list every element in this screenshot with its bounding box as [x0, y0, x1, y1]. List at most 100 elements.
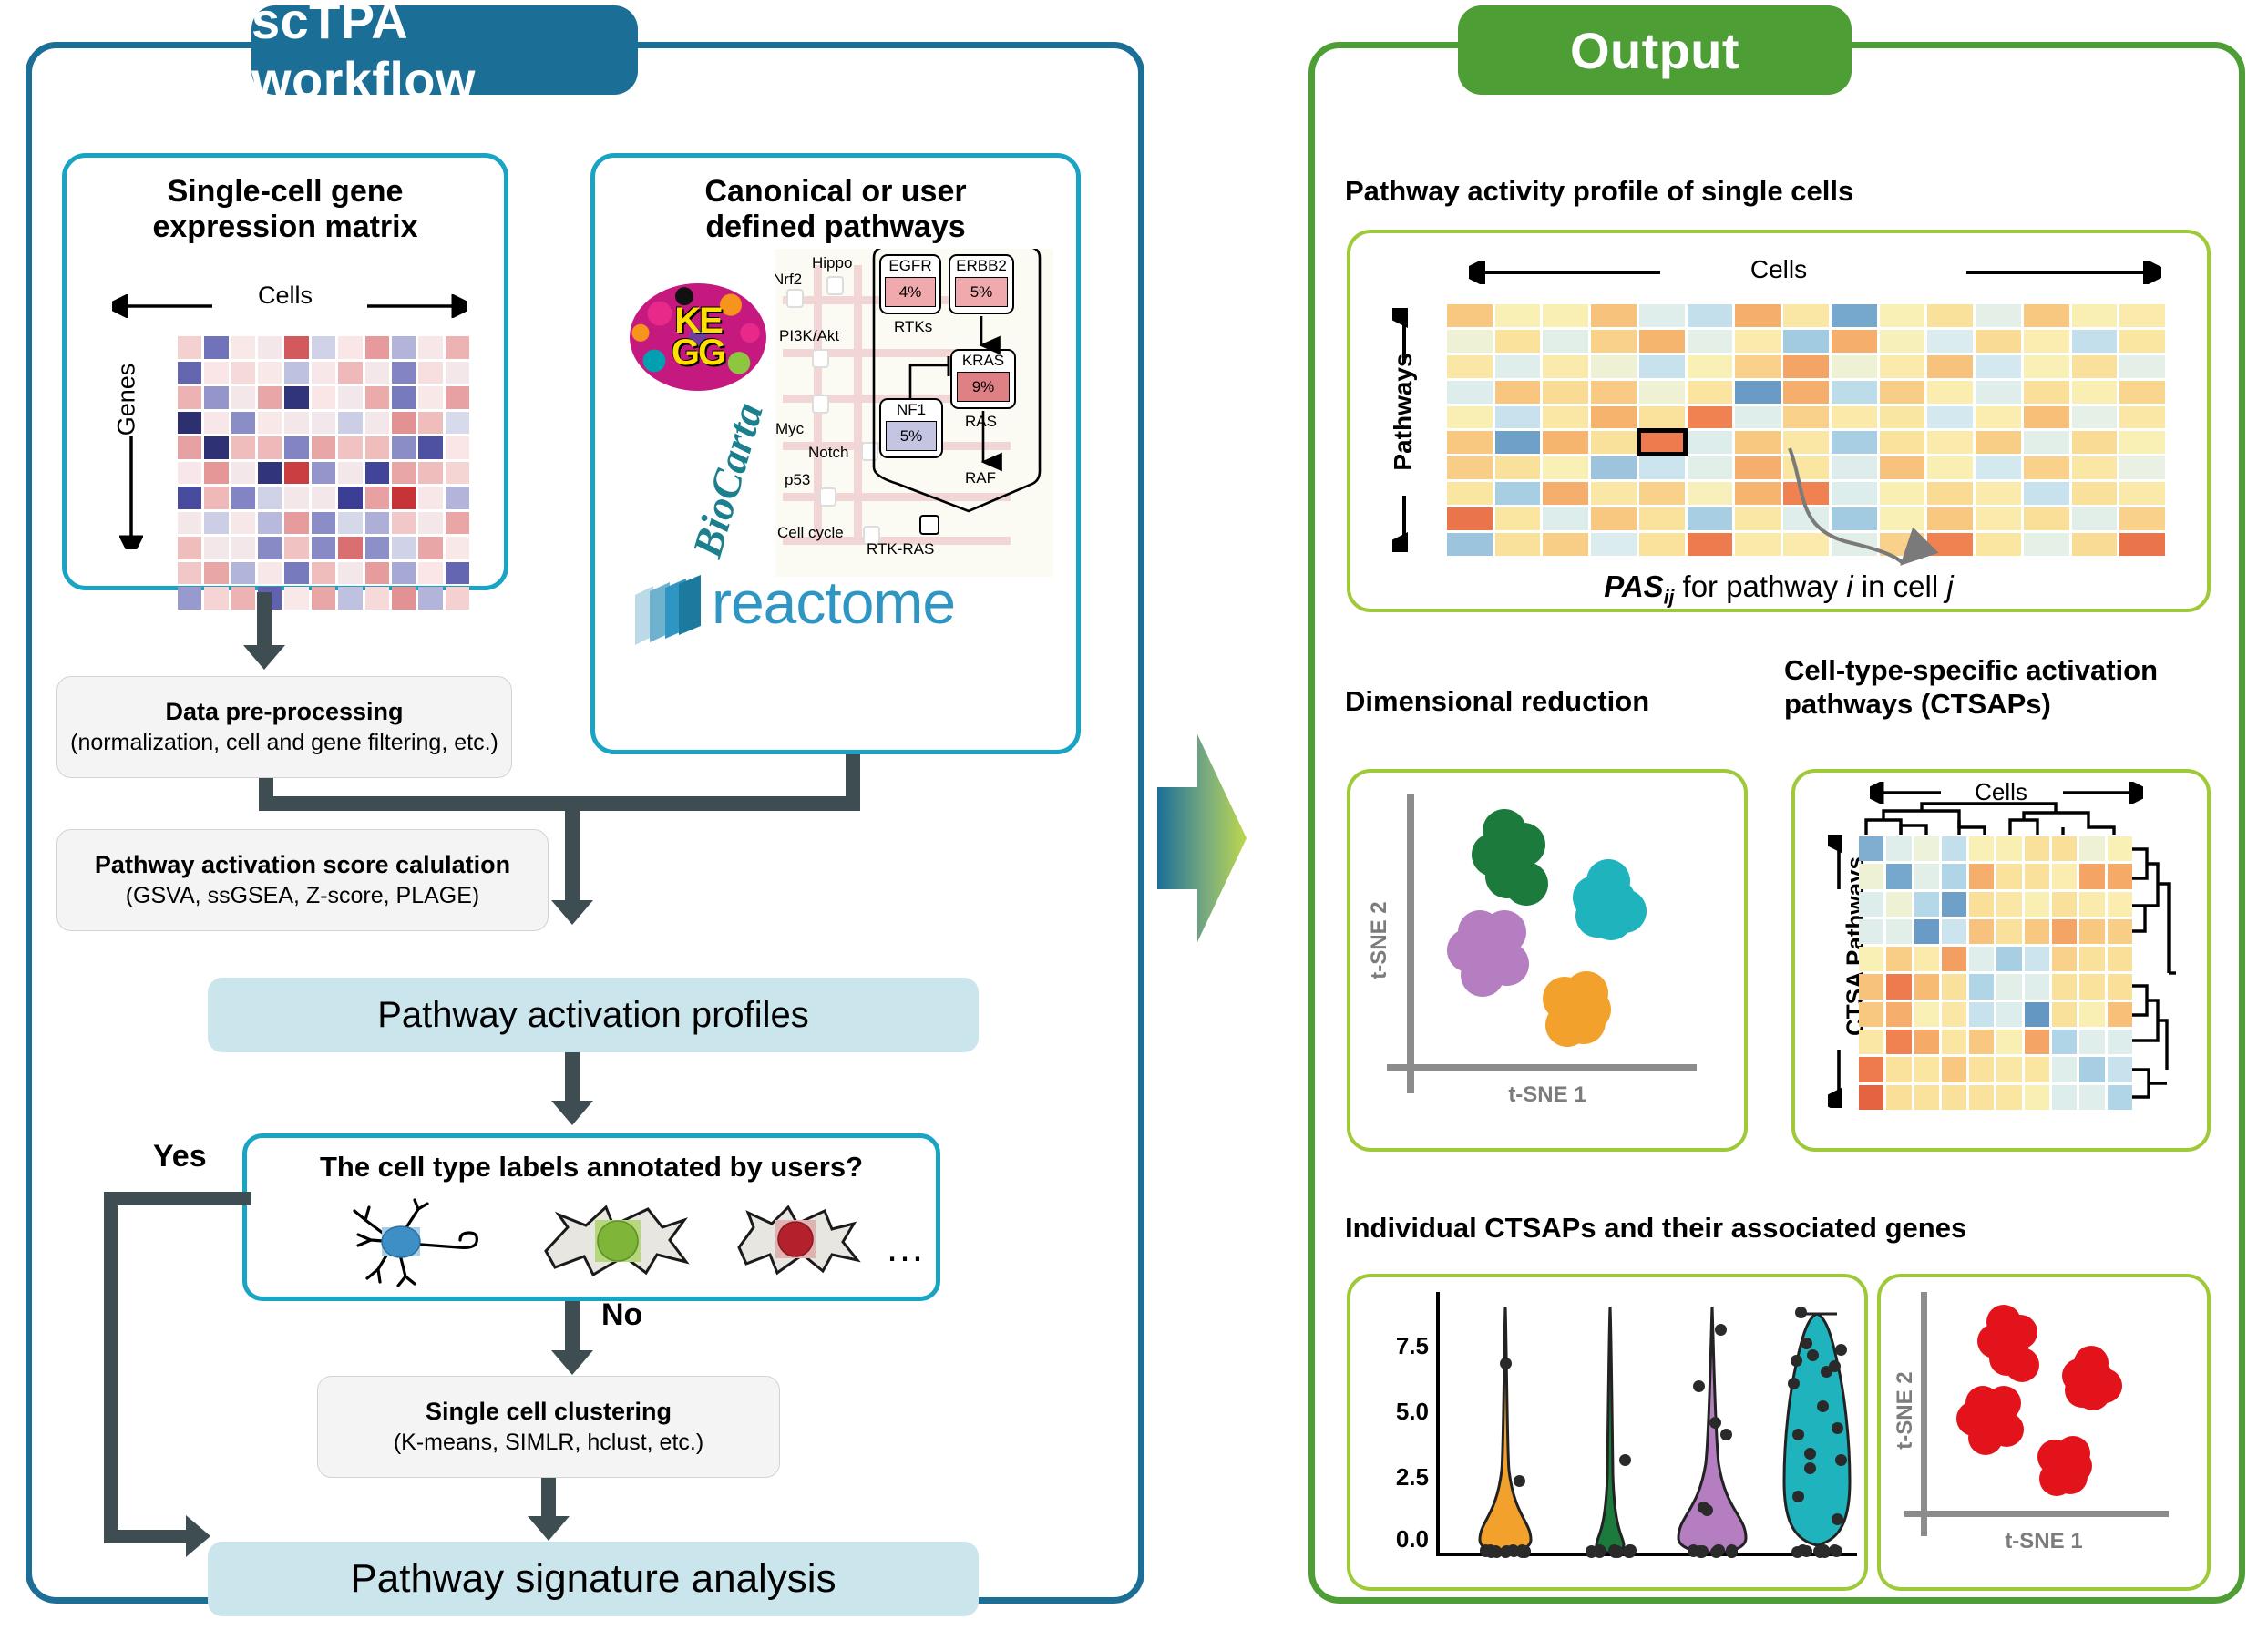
- workflow-title: scTPA workflow: [251, 0, 638, 108]
- ctsap-right-dendrogram: [2132, 847, 2176, 1099]
- heatmap-cell: [364, 511, 389, 535]
- expression-matrix-card: Single-cell gene expression matrix Cells …: [62, 153, 508, 610]
- arrow-matrix-to-preprocessing-head: [243, 645, 285, 670]
- heatmap-cell-highlighted: [1636, 428, 1688, 457]
- heatmap-cell: [418, 361, 443, 384]
- heatmap-cell: [364, 561, 389, 585]
- heatmap-cell: [418, 336, 443, 359]
- heatmap-cell: [1976, 329, 2021, 353]
- step-pas-calculation-title: Pathway activation score calulation: [94, 850, 511, 878]
- heatmap-cell: [2107, 864, 2132, 889]
- heatmap-cell: [311, 336, 336, 359]
- heatmap-cell: [1941, 1001, 1967, 1028]
- heatmap-cell: [364, 361, 389, 384]
- heatmap-cell: [231, 461, 256, 485]
- heatmap-cell: [418, 537, 443, 559]
- heatmap-cell: [178, 361, 202, 384]
- violin-point: [1830, 1544, 1842, 1557]
- heatmap-cell: [2119, 456, 2165, 480]
- tsne-scatter: [1414, 796, 1688, 1062]
- scatter-point: [1461, 952, 1504, 997]
- result-pathway-signature-analysis: Pathway signature analysis: [208, 1542, 979, 1616]
- heatmap-cell: [2071, 456, 2118, 480]
- heatmap-cell: [1591, 482, 1637, 506]
- heatmap-cell: [445, 336, 469, 359]
- heatmap-cell: [391, 461, 416, 485]
- heatmap-cell: [1543, 431, 1589, 455]
- yes-branch-arrow-head: [186, 1515, 210, 1557]
- heatmap-cell: [1494, 354, 1541, 378]
- heatmap-cell: [1783, 405, 1829, 429]
- violin-card: 7.5 5.0 2.5 0.0: [1347, 1274, 1868, 1591]
- heatmap-cell: [338, 511, 363, 535]
- arrow-decision-to-clustering-head: [551, 1350, 593, 1375]
- heatmap-cell: [1969, 891, 1995, 917]
- heatmap-cell: [1447, 354, 1493, 378]
- heatmap-cell: [1969, 1084, 1995, 1110]
- violin-point: [1803, 1461, 1816, 1474]
- heatmap-cell: [258, 461, 282, 485]
- heatmap-cell: [2071, 354, 2118, 378]
- heatmap-cell: [1591, 304, 1637, 327]
- line-pathwaydb-down: [846, 754, 860, 805]
- heatmap-cell: [1996, 1084, 2022, 1110]
- step-data-preprocessing: Data pre-processing (normalization, cell…: [56, 676, 512, 778]
- violin-point: [1834, 1343, 1847, 1356]
- heatmap-cell: [1914, 1057, 1939, 1082]
- violin-point: [1834, 1453, 1847, 1466]
- yes-branch-to-signature: [104, 1530, 193, 1543]
- heatmap-cell: [1543, 329, 1589, 353]
- heatmap-cell: [338, 561, 363, 585]
- step-data-preprocessing-sub: (normalization, cell and gene filtering,…: [70, 730, 498, 756]
- heatmap-cell: [2071, 405, 2118, 429]
- heatmap-cell: [1941, 974, 1967, 1000]
- heatmap-cell: [2024, 1084, 2050, 1110]
- heatmap-cell: [2024, 974, 2050, 1000]
- heatmap-cell: [204, 511, 229, 535]
- heatmap-cell: [418, 511, 443, 535]
- figure-root: scTPA workflow Output Single-cell gene ex…: [0, 0, 2268, 1630]
- tsne-x-label: t-SNE 1: [1508, 1082, 1586, 1107]
- heatmap-cell: [2052, 836, 2078, 862]
- pathway-database-card: Canonical or user defined pathways KE GG B…: [590, 153, 1081, 754]
- heatmap-cell: [1976, 354, 2021, 378]
- step-pas-calculation-sub: (GSVA, ssGSEA, Z-score, PLAGE): [125, 883, 480, 909]
- violin-point: [1795, 1307, 1808, 1319]
- heatmap-cell: [2071, 533, 2118, 556]
- heatmap-cell: [204, 461, 229, 485]
- violin-point: [1788, 1377, 1801, 1389]
- heatmap-cell: [364, 411, 389, 435]
- scatter-point: [2005, 1347, 2040, 1382]
- heatmap-cell: [418, 487, 443, 509]
- pas-heatmap-card: Cells Pathways: [1347, 230, 2211, 612]
- pathway-label-p53: p53: [785, 471, 811, 488]
- pathway-label-nrf2: Nrf2: [775, 271, 803, 288]
- heatmap-cell: [1638, 380, 1685, 404]
- heatmap-cell: [2079, 1001, 2105, 1028]
- heatmap-cell: [2023, 533, 2069, 556]
- violin-point: [1696, 1544, 1709, 1557]
- heatmap-cell: [311, 537, 336, 559]
- reactome-logo-icon: [635, 575, 701, 645]
- heatmap-cell: [1941, 1084, 1967, 1110]
- heatmap-cell: [2023, 456, 2069, 480]
- heatmap-cell: [2119, 380, 2165, 404]
- tsne-gene-scatter: [1928, 1294, 2158, 1509]
- heatmap-cell: [1543, 304, 1589, 327]
- heatmap-cell: [1941, 1057, 1967, 1082]
- heatmap-cell: [418, 561, 443, 585]
- heatmap-cell: [178, 487, 202, 509]
- heatmap-cell: [258, 411, 282, 435]
- pathway-label-myc: Myc: [775, 420, 805, 437]
- violin-point: [1623, 1543, 1636, 1556]
- heatmap-cell: [445, 511, 469, 535]
- heatmap-cell: [1543, 482, 1589, 506]
- heatmap-cell: [1886, 891, 1912, 917]
- heatmap-cell: [1914, 1030, 1939, 1055]
- heatmap-cell: [418, 411, 443, 435]
- heatmap-cell: [311, 487, 336, 509]
- result-pathway-activation-profiles: Pathway activation profiles: [208, 978, 979, 1052]
- tsne-y-label: t-SNE 2: [1367, 901, 1391, 979]
- violin-point: [1831, 1512, 1843, 1525]
- heatmap-cell: [391, 561, 416, 585]
